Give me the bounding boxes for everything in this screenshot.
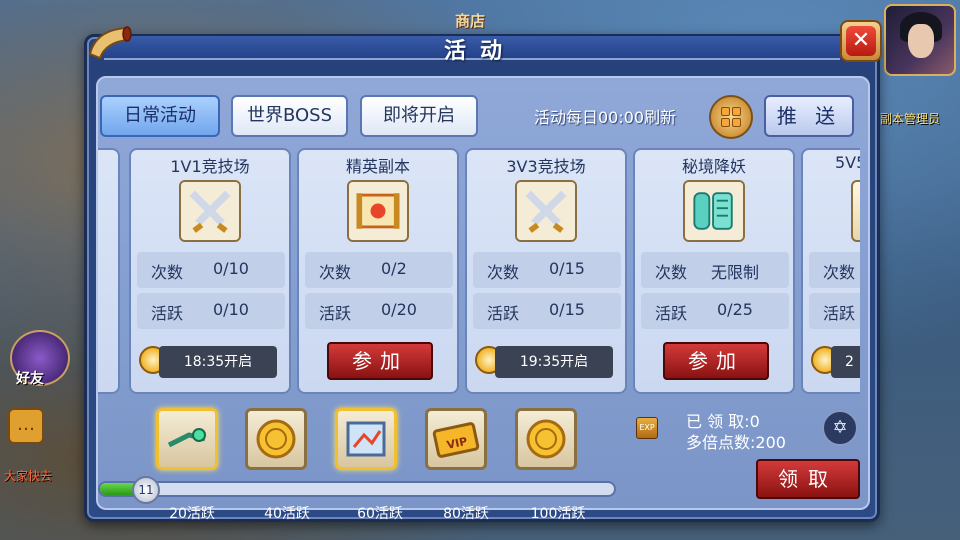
active-label: 活跃	[487, 304, 520, 323]
jade-scroll-icon	[683, 180, 745, 242]
active-value: 0/20	[381, 300, 417, 319]
active-label: 活跃	[823, 304, 856, 323]
count-row: 次数 0/10	[137, 252, 285, 288]
active-row: 活跃 0/25	[641, 293, 789, 329]
active-row: 活跃	[809, 293, 860, 329]
card-title: 1V1竞技场	[170, 157, 250, 176]
activity-card-1v1-arena[interactable]: 1V1竞技场 次数 0/10 活跃 0/10 18:35开启	[129, 148, 291, 394]
card-title: 3V3竞技场	[506, 157, 586, 176]
count-row: 次数	[809, 252, 860, 288]
refresh-note: 活动每日00:00刷新	[534, 108, 677, 127]
green-gem-icon	[167, 428, 206, 448]
count-value: 无限制	[711, 263, 760, 282]
claim-button[interactable]: 领取	[756, 459, 860, 499]
count-row: 次数 0/2	[305, 252, 453, 288]
active-row: 活跃 0/15	[473, 293, 621, 329]
shop-sign: 商店	[455, 12, 486, 30]
chat-icon[interactable]: …	[8, 408, 44, 444]
reward-label-20: 20活跃	[169, 506, 215, 522]
join-button[interactable]: 参加	[327, 342, 433, 380]
count-label: 次数	[655, 263, 688, 282]
crossed-swords-icon	[851, 180, 860, 242]
gold-coin-icon	[526, 419, 566, 459]
active-value: 0/25	[717, 300, 753, 319]
multiplier-points: 多倍点数:200	[686, 433, 786, 452]
exp-icon: EXP	[636, 417, 658, 439]
reward-label-40: 40活跃	[264, 506, 310, 522]
grid-menu-icon[interactable]	[709, 95, 753, 139]
close-button[interactable]: ✕	[840, 20, 882, 62]
count-row: 次数 0/15	[473, 252, 621, 288]
activity-progress-track	[98, 481, 616, 497]
tab-coming-soon[interactable]: 即将开启	[360, 95, 478, 137]
active-value: 0/10	[213, 300, 249, 319]
reward-chest-60[interactable]	[335, 408, 397, 470]
reward-chest-80[interactable]: VIP	[425, 408, 487, 470]
vip-card-icon: VIP	[432, 422, 480, 458]
open-time: 19:35开启	[495, 346, 613, 378]
horn-icon	[88, 26, 132, 60]
progress-value-badge: 11	[132, 476, 160, 504]
treasure-map-icon	[346, 421, 386, 457]
card-title: 精英副本	[345, 157, 410, 176]
hexagram-icon[interactable]: ✡	[822, 410, 858, 446]
active-row: 活跃 0/20	[305, 293, 453, 329]
card-title: 5V5	[835, 153, 860, 172]
count-value: 0/10	[213, 259, 249, 278]
count-label: 次数	[823, 263, 856, 282]
active-label: 活跃	[151, 304, 184, 323]
reward-label-60: 60活跃	[357, 506, 403, 522]
friend-label: 好友	[16, 371, 44, 387]
active-label: 活跃	[319, 304, 352, 323]
panel-title: 活动	[443, 39, 516, 64]
reward-label-80: 80活跃	[443, 506, 489, 522]
count-label: 次数	[319, 263, 352, 282]
reward-chest-100[interactable]	[515, 408, 577, 470]
join-button[interactable]: 参加	[663, 342, 769, 380]
open-time: 2	[831, 346, 860, 378]
gold-coin-icon	[256, 419, 296, 459]
count-label: 次数	[487, 263, 520, 282]
active-value: 0/15	[549, 300, 585, 319]
count-value: 0/2	[381, 259, 407, 278]
close-icon: ✕	[846, 26, 876, 56]
active-row: 活跃 0/10	[137, 293, 285, 329]
open-time: 18:35开启	[159, 346, 277, 378]
count-label: 次数	[151, 263, 184, 282]
activity-card-secret-realm[interactable]: 秘境降妖 次数 无限制 活跃 0/25 参加	[633, 148, 795, 394]
reward-chest-20[interactable]	[156, 408, 218, 470]
push-button[interactable]: 推 送	[764, 95, 854, 137]
activity-card-3v3-arena[interactable]: 3V3竞技场 次数 0/15 活跃 0/15 19:35开启	[465, 148, 627, 394]
tab-world-boss[interactable]: 世界BOSS	[231, 95, 348, 137]
activity-card-partial-left	[98, 148, 120, 394]
chat-text: 大家快去	[4, 469, 53, 483]
tab-daily-activities[interactable]: 日常活动	[100, 95, 220, 137]
reward-label-100: 100活跃	[530, 506, 586, 522]
activity-list[interactable]: 1V1竞技场 次数 0/10 活跃 0/10 18:35开启 精英副本 次数 0…	[98, 148, 860, 396]
count-row: 次数 无限制	[641, 252, 789, 288]
npc-label: 副本管理员	[880, 112, 941, 126]
crossed-swords-icon	[179, 180, 241, 242]
card-title: 秘境降妖	[681, 157, 746, 176]
active-label: 活跃	[655, 304, 688, 323]
activity-card-5v5[interactable]: 5V5 次数 活跃 2	[801, 148, 860, 394]
reward-chest-40[interactable]	[245, 408, 307, 470]
crossed-swords-icon	[515, 180, 577, 242]
activity-card-elite-dungeon[interactable]: 精英副本 次数 0/2 活跃 0/20 参加	[297, 148, 459, 394]
count-value: 0/15	[549, 259, 585, 278]
scroll-map-icon	[347, 180, 409, 242]
